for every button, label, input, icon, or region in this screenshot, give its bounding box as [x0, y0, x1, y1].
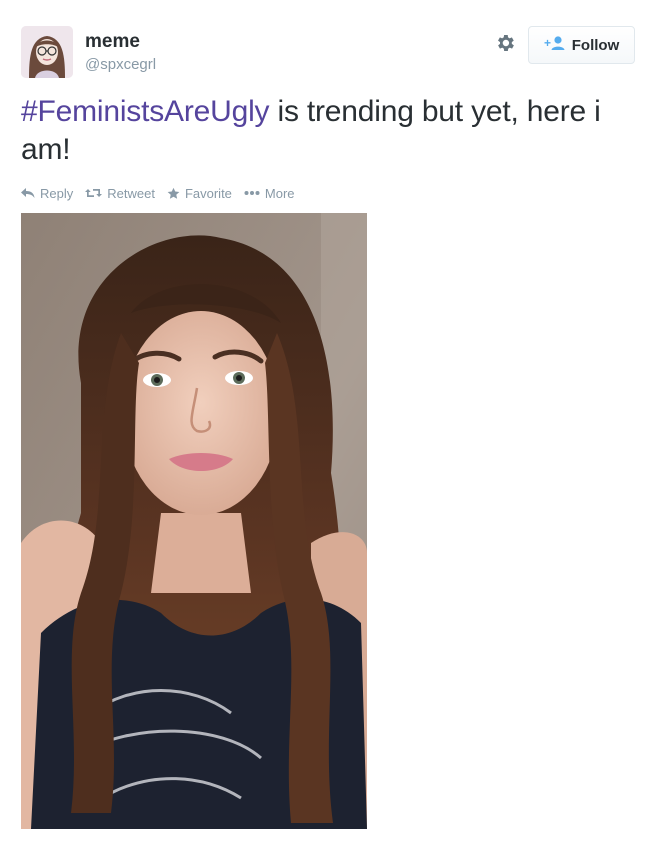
add-user-icon: + — [544, 35, 566, 56]
retweet-button[interactable]: Retweet — [85, 186, 155, 201]
favorite-button[interactable]: Favorite — [167, 186, 232, 201]
favorite-label: Favorite — [184, 185, 232, 201]
svg-text:+: + — [544, 36, 551, 50]
retweet-icon — [85, 187, 103, 199]
tweet-text: #FeministsAreUgly is trending but yet, h… — [21, 93, 641, 169]
follow-button[interactable]: + Follow — [528, 26, 635, 64]
hashtag-link[interactable]: #FeministsAreUgly — [21, 95, 270, 128]
gear-icon[interactable] — [494, 32, 516, 54]
tweet-actions: Reply Retweet Favorite More — [21, 184, 307, 202]
avatar[interactable] — [21, 26, 73, 78]
star-icon — [167, 187, 180, 200]
reply-icon — [21, 187, 35, 199]
reply-button[interactable]: Reply — [21, 186, 73, 201]
user-name[interactable]: meme — [85, 31, 140, 53]
retweet-label: Retweet — [107, 185, 155, 201]
reply-label: Reply — [40, 185, 74, 201]
user-handle[interactable]: @spxcegrl — [85, 56, 156, 74]
more-button[interactable]: More — [244, 186, 295, 201]
tweet-card: meme @spxcegrl + Follow #FeministsAreUgl… — [0, 0, 668, 851]
follow-label: Follow — [571, 36, 620, 54]
tweet-photo[interactable] — [21, 213, 367, 829]
more-dots-icon — [244, 190, 260, 196]
more-label: More — [264, 185, 295, 201]
